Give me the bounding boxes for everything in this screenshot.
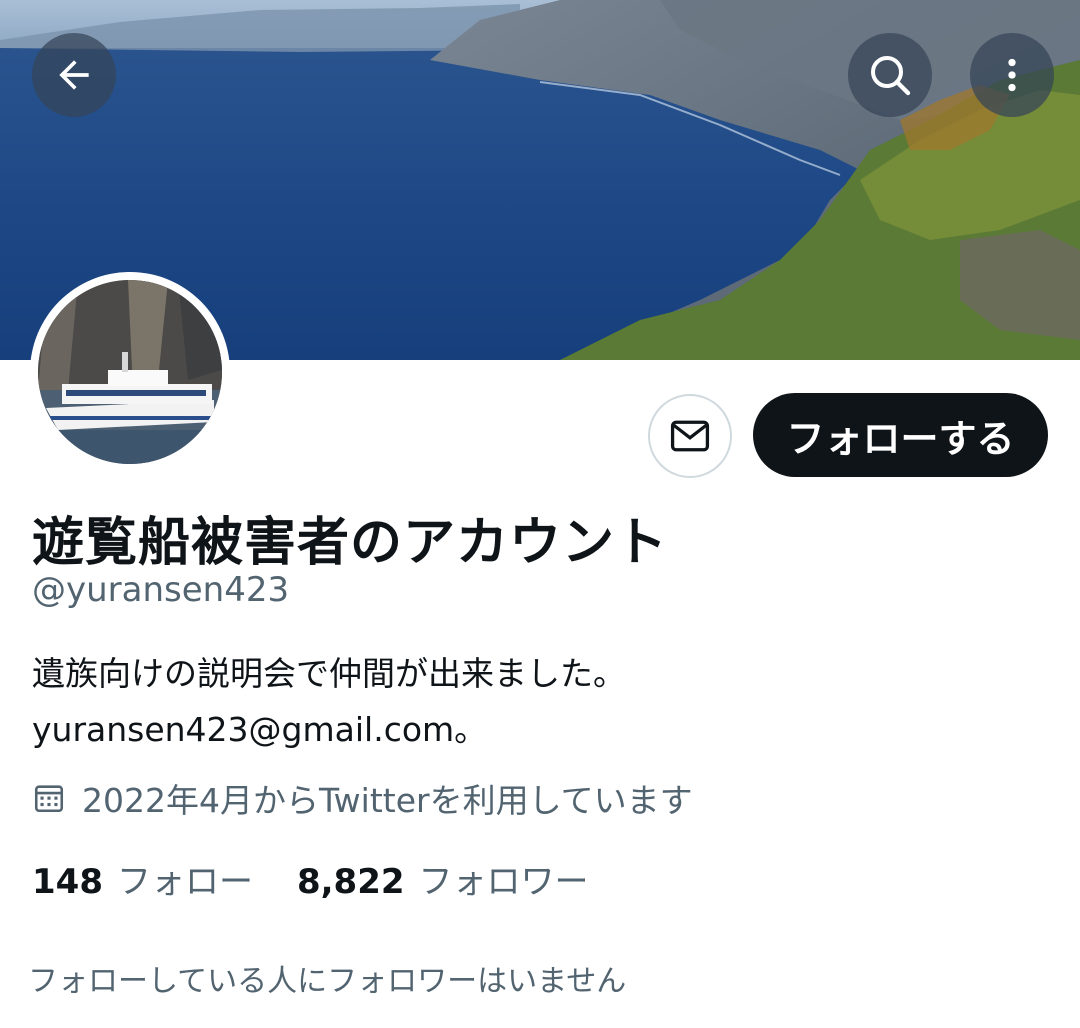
display-name: 遊覧船被害者のアカウント bbox=[32, 513, 669, 573]
more-vertical-icon bbox=[1008, 58, 1016, 92]
joined-text: 2022年4月からTwitterを利用しています bbox=[82, 781, 693, 820]
joined-date: 2022年4月からTwitterを利用しています bbox=[32, 774, 693, 822]
followers-link[interactable]: 8,822 フォロワー bbox=[297, 854, 589, 903]
avatar-image bbox=[38, 280, 222, 464]
arrow-left-icon bbox=[59, 60, 89, 90]
followed-by-note: フォローしている人にフォロワーはいません bbox=[28, 964, 627, 999]
following-label: フォロー bbox=[116, 862, 253, 902]
bio: 遺族向けの説明会で仲間が出来ました。 yuransen423@gmail.com… bbox=[32, 646, 626, 758]
search-button[interactable] bbox=[848, 33, 932, 117]
calendar-icon bbox=[32, 780, 68, 816]
followers-label: フォロワー bbox=[418, 862, 589, 902]
envelope-icon bbox=[670, 420, 710, 452]
message-button[interactable] bbox=[648, 394, 732, 478]
following-count: 148 bbox=[32, 862, 103, 902]
more-options-button[interactable] bbox=[970, 33, 1054, 117]
follow-stats: 148 フォロー 8,822 フォロワー bbox=[32, 854, 589, 903]
avatar[interactable] bbox=[30, 272, 230, 472]
followers-count: 8,822 bbox=[296, 862, 405, 902]
user-handle: @yuransen423 bbox=[32, 570, 290, 610]
bio-line[interactable]: yuransen423@gmail.com。 bbox=[32, 702, 626, 758]
bio-line: 遺族向けの説明会で仲間が出来ました。 bbox=[32, 654, 626, 693]
following-link[interactable]: 148 フォロー bbox=[32, 854, 253, 903]
search-icon bbox=[871, 56, 911, 96]
follow-button[interactable]: フォローする bbox=[753, 393, 1048, 477]
back-button[interactable] bbox=[32, 33, 116, 117]
